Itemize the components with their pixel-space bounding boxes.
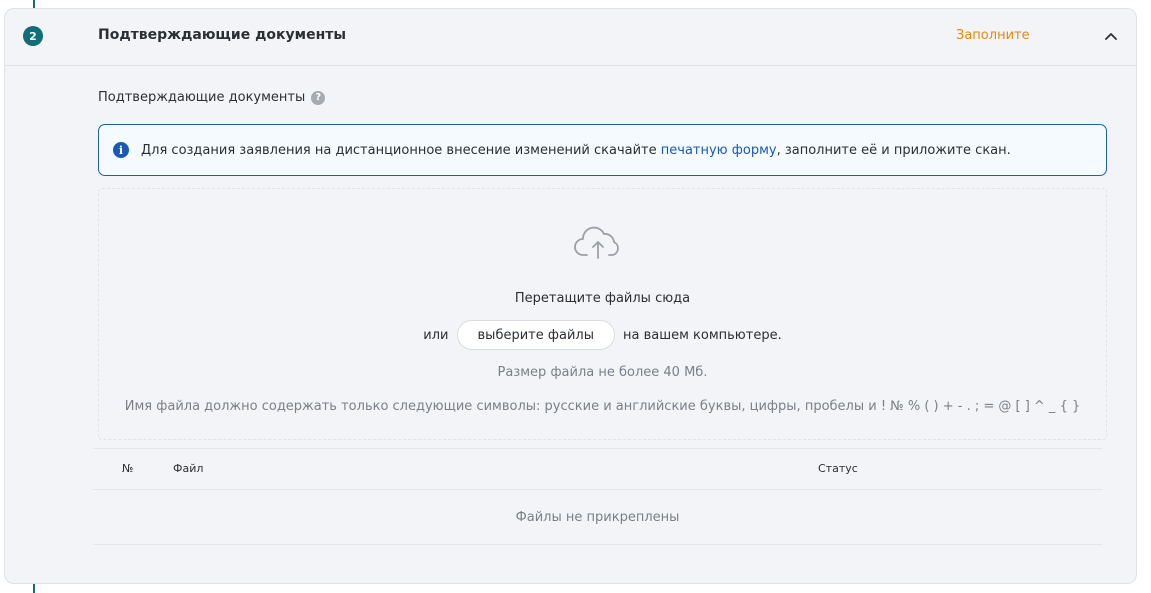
collapse-button[interactable]: [1101, 26, 1121, 46]
on-computer-text: на вашем компьютере.: [622, 327, 782, 343]
column-number: №: [122, 462, 134, 475]
allowed-characters-note: Имя файла должно содержать только следую…: [124, 399, 1081, 414]
or-text: или: [423, 327, 449, 343]
section-title: Подтверждающие документы: [98, 27, 347, 43]
column-status: Статус: [818, 462, 858, 475]
question-circle-icon[interactable]: ?: [311, 90, 326, 105]
info-text: Для создания заявления на дистанционное …: [141, 143, 1011, 158]
info-circle-icon: i: [113, 142, 129, 158]
column-file: Файл: [173, 462, 204, 475]
print-form-link[interactable]: печатную форму: [661, 143, 777, 158]
info-text-after: , заполните её и приложите скан.: [776, 142, 1011, 158]
section-header[interactable]: Подтверждающие документы Заполните: [5, 9, 1136, 66]
chevron-up-icon: [1105, 33, 1117, 40]
files-table-header: № Файл Статус: [93, 449, 1102, 490]
info-text-before: Для создания заявления на дистанционное …: [141, 142, 661, 158]
drop-hint: Перетащите файлы сюда: [514, 291, 691, 306]
files-table-empty-row: Файлы не прикреплены: [93, 490, 1102, 545]
cloud-upload-icon: [574, 226, 619, 259]
field-label: Подтверждающие документы ?: [98, 90, 326, 105]
file-dropzone[interactable]: Перетащите файлы сюда или выберите файлы…: [98, 188, 1107, 440]
choose-files-row: или выберите файлы на вашем компьютере.: [99, 320, 1106, 350]
info-notice: i Для создания заявления на дистанционно…: [98, 124, 1107, 176]
section-status: Заполните: [956, 28, 1030, 43]
field-label-text: Подтверждающие документы: [98, 90, 306, 105]
choose-files-button[interactable]: выберите файлы: [456, 320, 615, 350]
file-size-limit: Размер файла не более 40 Мб.: [497, 365, 708, 380]
step-number-badge: 2: [23, 26, 43, 46]
